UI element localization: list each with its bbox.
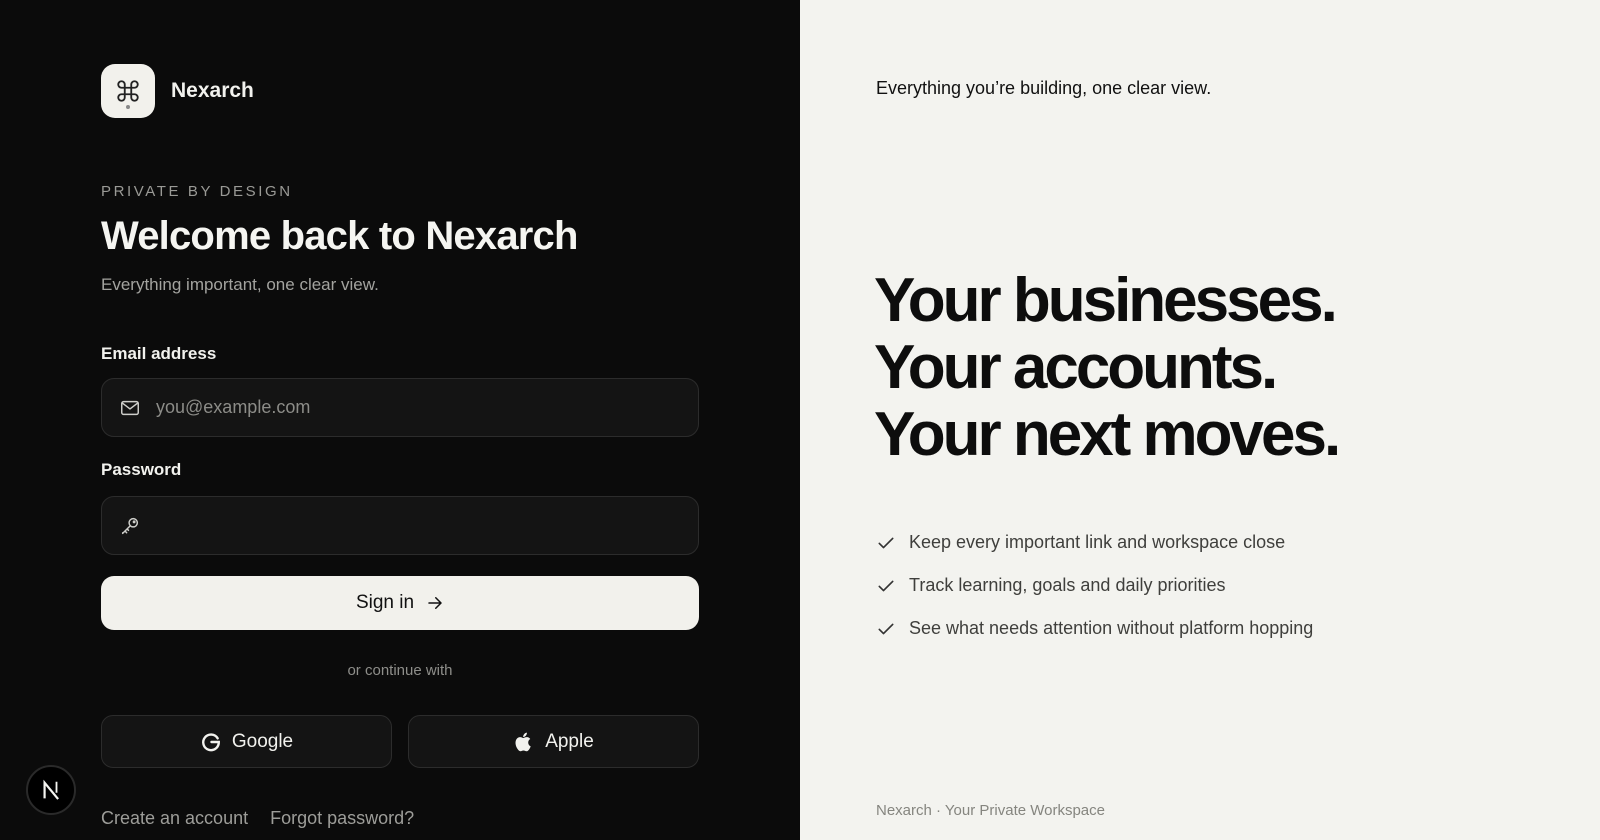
showcase-tagline: Everything you’re building, one clear vi… — [876, 78, 1212, 98]
logo-dot — [126, 105, 130, 109]
showcase-panel: Everything you’re building, one clear vi… — [800, 0, 1600, 840]
signin-page: Nexarch PRIVATE BY DESIGN Welcome back t… — [0, 0, 1600, 840]
hero-headline: Your businesses. Your accounts. Your nex… — [874, 266, 1341, 469]
mail-icon — [118, 396, 142, 420]
create-account-link[interactable]: Create an account — [101, 808, 248, 829]
hero-line: Your accounts. — [874, 333, 1278, 402]
eyebrow-text: PRIVATE BY DESIGN — [101, 183, 293, 200]
feature-item: Keep every important link and workspace … — [876, 521, 1313, 564]
check-icon — [878, 623, 894, 634]
divider-text: or continue with — [347, 662, 453, 679]
check-icon — [878, 580, 894, 591]
command-key-icon — [117, 80, 139, 102]
showcase-footer: Nexarch · Your Private Workspace — [876, 802, 1105, 819]
check-icon — [878, 537, 894, 548]
hero-line: Your businesses. — [874, 266, 1338, 335]
sign-in-button[interactable]: Sign in — [101, 576, 699, 630]
apple-label: Apple — [545, 730, 594, 752]
forgot-password-link[interactable]: Forgot password? — [270, 808, 414, 829]
feature-item: Track learning, goals and daily prioriti… — [876, 564, 1313, 607]
email-input[interactable] — [156, 379, 682, 436]
google-icon — [201, 732, 220, 751]
brand-name: Nexarch — [171, 79, 254, 102]
hero-line: Your next moves. — [874, 400, 1341, 469]
page-subtitle: Everything important, one clear view. — [101, 275, 379, 294]
signin-panel: Nexarch PRIVATE BY DESIGN Welcome back t… — [0, 0, 800, 840]
apple-signin-button[interactable]: Apple — [408, 715, 699, 768]
email-field — [101, 378, 699, 437]
brand-logo — [101, 64, 155, 118]
password-field — [101, 496, 699, 555]
google-signin-button[interactable]: Google — [101, 715, 392, 768]
key-icon — [118, 514, 142, 538]
brand: Nexarch — [101, 64, 254, 118]
google-label: Google — [231, 730, 294, 752]
feature-text: Track learning, goals and daily prioriti… — [909, 575, 1226, 595]
nextjs-badge[interactable] — [26, 765, 76, 815]
feature-text: See what needs attention without platfor… — [909, 618, 1314, 638]
feature-text: Keep every important link and workspace … — [909, 532, 1286, 552]
password-input[interactable] — [156, 497, 682, 554]
apple-icon — [515, 732, 531, 751]
account-links: Create an account Forgot password? — [101, 808, 414, 829]
email-label: Email address — [101, 344, 217, 363]
feature-item: See what needs attention without platfor… — [876, 607, 1313, 650]
password-label: Password — [101, 460, 182, 479]
feature-list: Keep every important link and workspace … — [876, 521, 1313, 650]
sign-in-label: Sign in — [355, 592, 415, 613]
page-title: Welcome back to Nexarch — [101, 214, 578, 258]
arrow-right-icon — [428, 597, 442, 609]
n-logo-icon — [43, 779, 59, 800]
